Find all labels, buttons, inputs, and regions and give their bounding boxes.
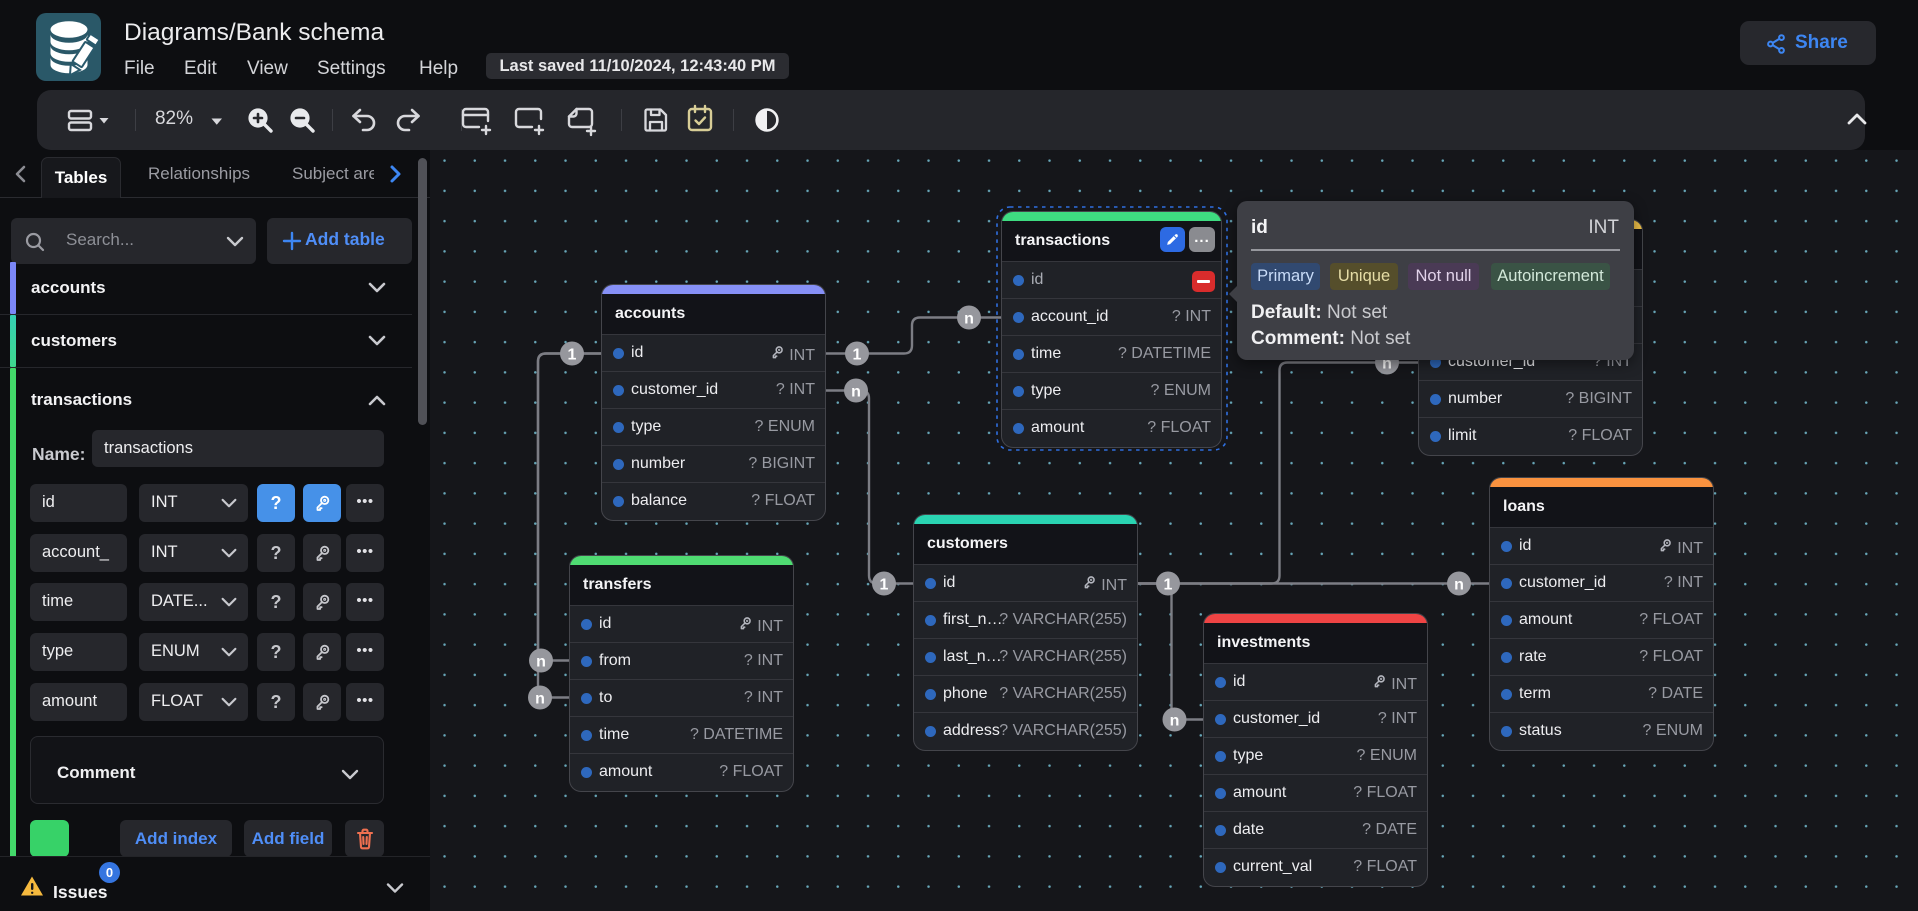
svg-text:n: n [964, 311, 974, 328]
svg-text:1: 1 [1164, 577, 1173, 594]
svg-text:n: n [851, 384, 861, 401]
svg-text:1: 1 [880, 577, 889, 594]
svg-text:n: n [1454, 577, 1464, 594]
svg-text:n: n [1170, 713, 1180, 730]
svg-text:1: 1 [568, 347, 577, 364]
svg-text:n: n [535, 691, 545, 708]
svg-text:1: 1 [853, 347, 862, 364]
svg-text:n: n [536, 654, 546, 671]
